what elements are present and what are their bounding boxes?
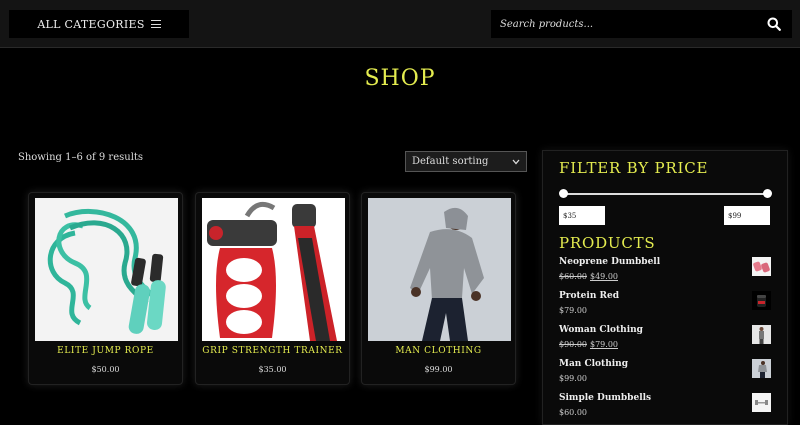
search-form <box>491 10 792 38</box>
man-clothing-icon <box>752 359 771 378</box>
pink-dumbbell-icon <box>752 257 771 276</box>
min-price-input[interactable] <box>559 206 605 225</box>
sort-select[interactable]: Default sorting <box>405 151 527 172</box>
max-price-input[interactable] <box>724 206 770 225</box>
sidebar-product-item[interactable]: Neoprene Dumbbell $60.00 $49.00 <box>559 257 771 289</box>
price-slider-track[interactable] <box>563 193 767 195</box>
product-price-value: $79.00 <box>559 306 587 315</box>
all-categories-label: ALL CATEGORIES <box>37 17 145 31</box>
sidebar-product-item[interactable]: Protein Red $79.00 <box>559 291 771 323</box>
man-running-photo-icon <box>368 198 511 341</box>
sidebar-product-price: $90.00 $79.00 <box>559 340 618 349</box>
sale-price: $49.00 <box>590 272 618 281</box>
top-bar: ALL CATEGORIES <box>0 0 800 48</box>
result-count: Showing 1–6 of 9 results <box>18 152 144 163</box>
product-price-value: $60.00 <box>559 408 587 417</box>
sidebar-product-name[interactable]: Simple Dumbbells <box>559 393 651 403</box>
dumbbells-icon <box>752 393 771 412</box>
product-card[interactable]: MAN CLOTHING $99.00 <box>361 192 516 385</box>
product-name[interactable]: ELITE JUMP ROPE <box>29 346 182 356</box>
sidebar-product-item[interactable]: Man Clothing $99.00 <box>559 359 771 391</box>
search-icon <box>767 17 781 31</box>
sidebar-product-item[interactable]: Woman Clothing $90.00 $79.00 <box>559 325 771 357</box>
product-price-value: $99.00 <box>559 374 587 383</box>
sidebar-product-name[interactable]: Man Clothing <box>559 359 628 369</box>
all-categories-button[interactable]: ALL CATEGORIES <box>9 10 189 38</box>
products-heading: PRODUCTS <box>559 234 656 252</box>
jump-rope-icon <box>47 208 166 334</box>
woman-clothing-icon <box>752 325 771 344</box>
sidebar-product-price: $99.00 <box>559 374 587 383</box>
product-image[interactable] <box>35 198 178 341</box>
sidebar-product-item[interactable]: Simple Dumbbells $60.00 <box>559 393 771 425</box>
sidebar-product-name[interactable]: Neoprene Dumbbell <box>559 257 660 267</box>
product-image[interactable] <box>202 198 345 341</box>
price-slider-min-handle[interactable] <box>558 189 568 198</box>
product-price: $99.00 <box>424 365 453 374</box>
page-title: SHOP <box>364 66 436 91</box>
product-card[interactable]: GRIP STRENGTH TRAINER $35.00 <box>195 192 350 385</box>
sidebar: FILTER BY PRICE PRODUCTS Neoprene Dumbbe… <box>542 150 788 425</box>
product-name[interactable]: GRIP STRENGTH TRAINER <box>196 346 349 356</box>
search-button[interactable] <box>756 10 792 38</box>
product-price: $35.00 <box>258 365 287 374</box>
filter-by-price-heading: FILTER BY PRICE <box>559 159 709 177</box>
sidebar-product-name[interactable]: Protein Red <box>559 291 619 301</box>
old-price: $90.00 <box>559 340 587 349</box>
price-slider-max-handle[interactable] <box>762 189 772 198</box>
hand-gripper-icon <box>207 201 337 341</box>
product-card[interactable]: ELITE JUMP ROPE $50.00 <box>28 192 183 385</box>
old-price: $60.00 <box>559 272 587 281</box>
sale-price: $79.00 <box>590 340 618 349</box>
sidebar-product-price: $60.00 $49.00 <box>559 272 618 281</box>
search-input[interactable] <box>491 10 756 38</box>
sort-selected-value: Default sorting <box>412 156 489 167</box>
product-name[interactable]: MAN CLOTHING <box>362 346 515 356</box>
menu-icon <box>150 20 161 28</box>
protein-jar-icon <box>752 291 771 310</box>
sidebar-product-price: $60.00 <box>559 408 587 417</box>
chevron-down-icon <box>512 159 520 164</box>
product-price: $50.00 <box>91 365 120 374</box>
product-image[interactable] <box>368 198 511 341</box>
sidebar-product-name[interactable]: Woman Clothing <box>559 325 643 335</box>
sidebar-product-price: $79.00 <box>559 306 587 315</box>
